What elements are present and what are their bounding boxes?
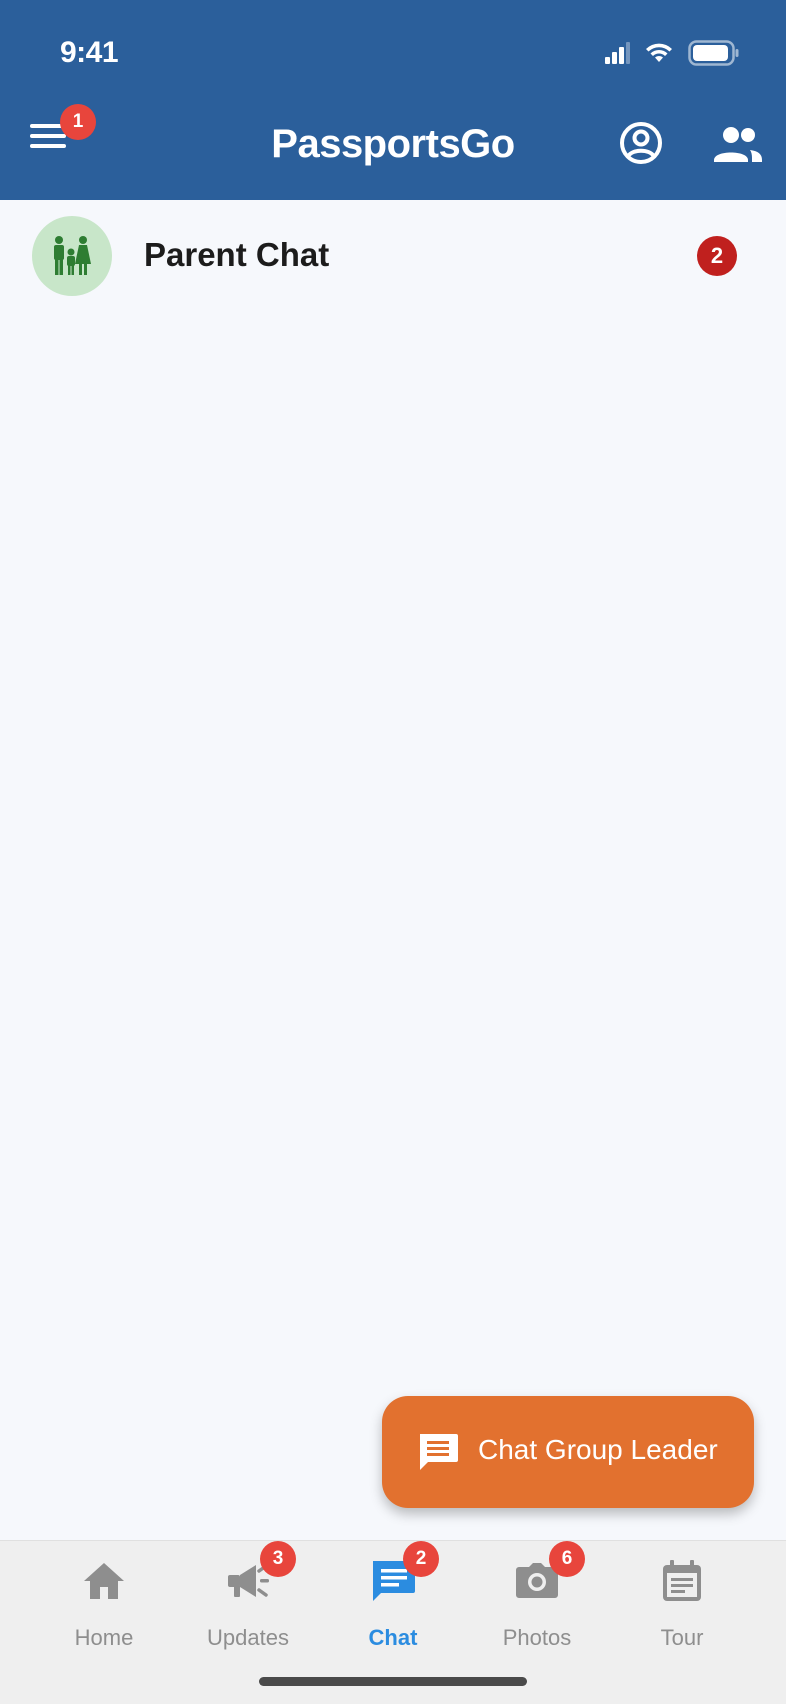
nav-item-photos[interactable]: 6 Photos: [465, 1541, 609, 1661]
chat-list-item-parent-chat[interactable]: Parent Chat 2: [0, 200, 786, 312]
nav-label-updates: Updates: [207, 1625, 289, 1650]
chat-name: Parent Chat: [144, 236, 330, 273]
profile-button[interactable]: [618, 120, 664, 166]
app-title: PassportsGo: [271, 122, 515, 166]
nav-item-chat[interactable]: 2 Chat: [321, 1541, 465, 1661]
nav-label-photos: Photos: [502, 1625, 572, 1650]
photos-badge: 6: [549, 1541, 585, 1577]
status-time: 9:41: [60, 36, 119, 69]
chat-icon: [420, 1434, 458, 1470]
chat-group-leader-button[interactable]: Chat Group Leader: [382, 1396, 754, 1508]
nav-item-home[interactable]: Home: [32, 1541, 176, 1661]
account-circle-icon: [620, 122, 662, 164]
group-icon: [714, 127, 762, 162]
nav-item-updates[interactable]: 3 Updates: [176, 1541, 320, 1661]
fab-label: Chat Group Leader: [478, 1434, 718, 1465]
home-icon: [84, 1563, 124, 1599]
signal-icon: [605, 42, 630, 64]
nav-label-home: Home: [74, 1625, 134, 1650]
nav-label-tour: Tour: [660, 1625, 704, 1650]
calendar-icon: [663, 1560, 701, 1601]
status-icons: [604, 40, 740, 66]
home-indicator[interactable]: [259, 1677, 527, 1686]
group-button[interactable]: [712, 124, 764, 164]
nav-label-chat: Chat: [368, 1625, 418, 1650]
wifi-icon: [646, 43, 672, 62]
battery-icon: [688, 40, 739, 66]
updates-badge: 3: [260, 1541, 296, 1577]
family-icon: [54, 236, 91, 275]
chat-unread-badge: 2: [697, 236, 737, 276]
nav-item-tour[interactable]: Tour: [610, 1541, 754, 1661]
chat-avatar: [32, 216, 112, 296]
app-header: 9:41 1 PassportsGo: [0, 0, 786, 200]
chat-badge: 2: [403, 1541, 439, 1577]
